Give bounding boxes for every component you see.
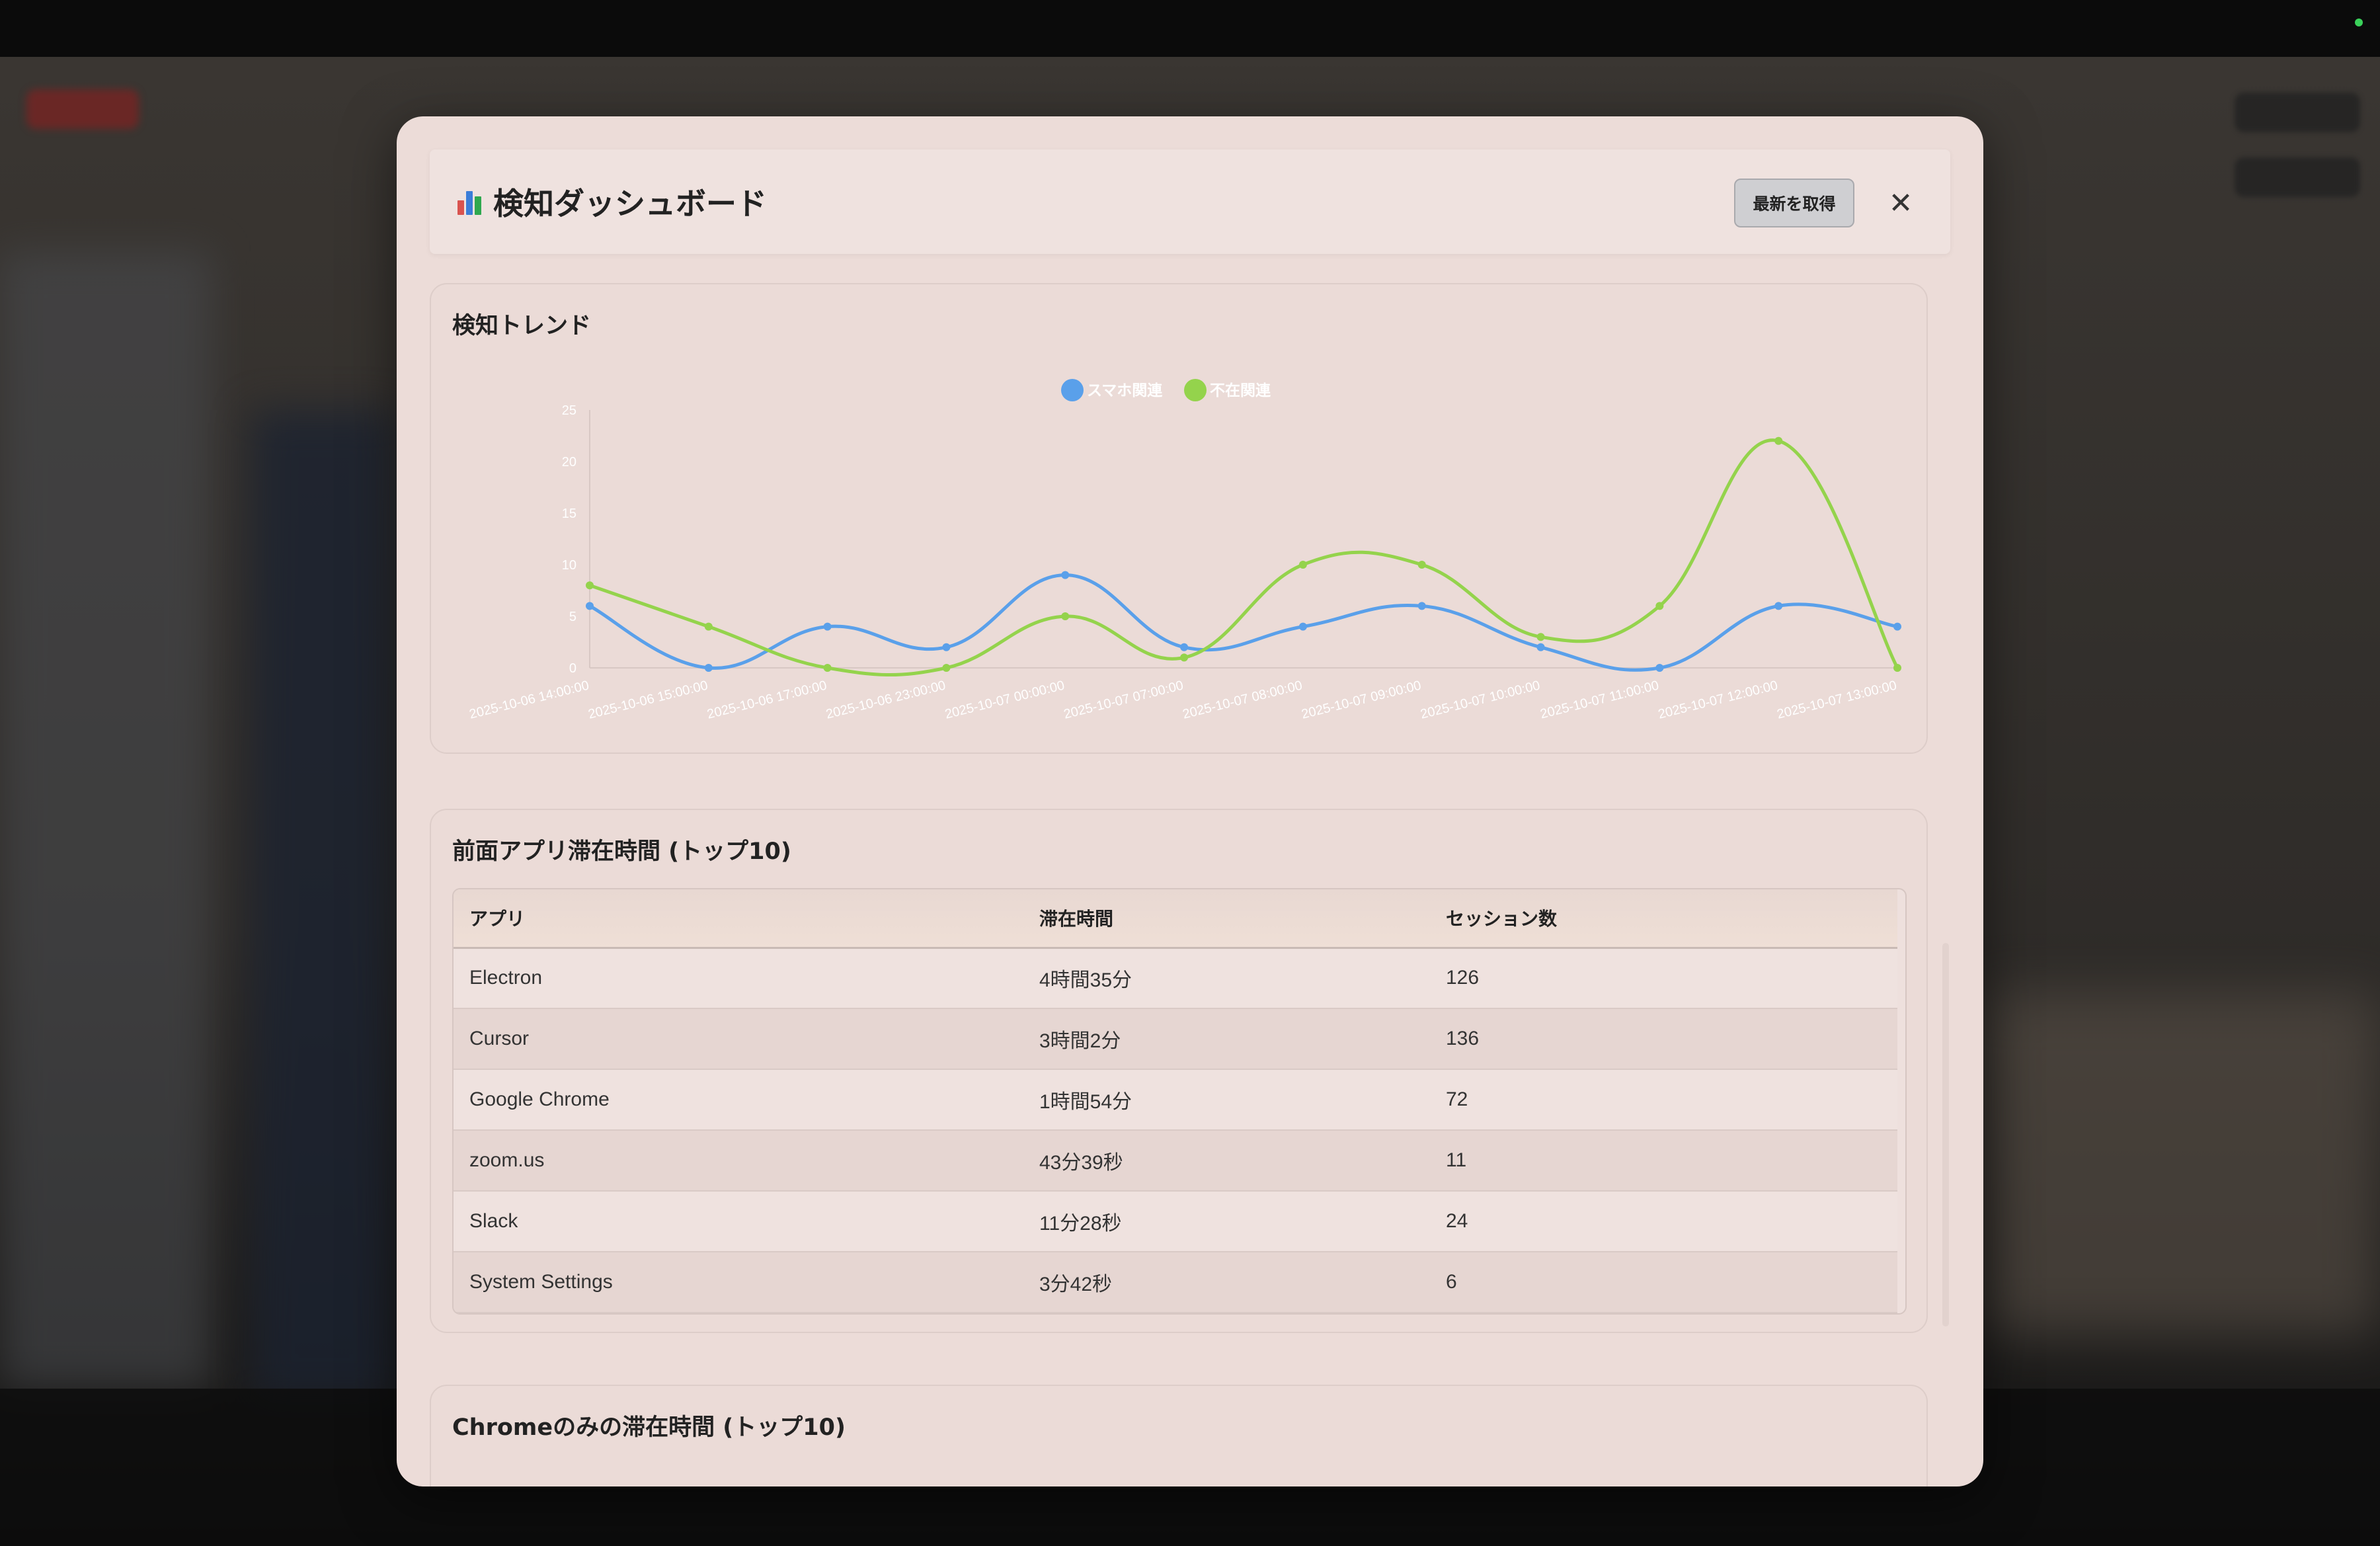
data-point (1180, 653, 1189, 662)
dashboard-modal: 検知ダッシュボード 最新を取得 ✕ 検知トレンド 0 5 10 15 20 25 2025-… (397, 116, 1983, 1486)
x-tick-label: 2025-10-07 08:00:00 (1181, 678, 1304, 722)
data-point (1417, 602, 1426, 610)
cell-sessions: 24 (1430, 1191, 1897, 1252)
table-row: System Settings 3分42秒 6 (454, 1252, 1897, 1313)
x-tick-label: 2025-10-07 11:00:00 (1538, 678, 1660, 722)
x-tick-label: 2025-10-06 14:00:00 (468, 678, 591, 722)
chrome-title: Chromeのみの滞在時間 (トップ10) (452, 1414, 846, 1441)
cell-sessions: 72 (1430, 1069, 1897, 1131)
cell-sessions: 126 (1430, 948, 1897, 1009)
table-header-row: アプリ 滞在時間 セッション数 (454, 889, 1897, 949)
bar-chart-icon (455, 187, 484, 216)
data-point (1536, 633, 1545, 641)
y-tick-label: 10 (562, 558, 576, 573)
cell-app: zoom.us (454, 1130, 1023, 1192)
x-tick-label: 2025-10-06 15:00:00 (587, 678, 710, 722)
trend-card: 検知トレンド 0 5 10 15 20 25 2025-10-06 14:00:00 2025… (430, 283, 1928, 754)
cell-app: Google Chrome (454, 1069, 1023, 1131)
x-tick-label: 2025-10-07 12:00:00 (1657, 678, 1780, 722)
x-tick-label: 2025-10-06 23:00:00 (824, 678, 947, 722)
table-row: Electron 4時間35分 126 (454, 948, 1897, 1009)
cell-app: Electron (454, 948, 1023, 1009)
data-point (1180, 643, 1189, 651)
cell-app: Slack (454, 1191, 1023, 1252)
data-point (1893, 664, 1901, 672)
y-tick-label: 25 (562, 403, 576, 418)
data-point (942, 643, 951, 651)
data-point (1061, 612, 1070, 620)
data-point (1061, 571, 1070, 579)
legend-swatch-2 (1184, 379, 1207, 401)
data-point (1893, 622, 1901, 631)
data-point (823, 622, 832, 631)
column-header-sessions[interactable]: セッション数 (1430, 889, 1897, 949)
x-tick-label: 2025-10-07 10:00:00 (1419, 678, 1542, 722)
cell-duration: 3分42秒 (1023, 1252, 1430, 1313)
cell-duration: 1時間54分 (1023, 1069, 1430, 1131)
legend-label-2: 不在関連 (1210, 382, 1271, 399)
data-point (704, 622, 713, 631)
x-tick-label: 2025-10-07 07:00:00 (1062, 678, 1185, 722)
cell-duration: 43分39秒 (1023, 1130, 1430, 1192)
y-tick-label: 0 (569, 661, 576, 676)
data-point (1774, 436, 1783, 445)
data-point (1417, 561, 1426, 569)
table-row: zoom.us 43分39秒 11 (454, 1130, 1897, 1192)
refresh-button[interactable]: 最新を取得 (1734, 179, 1854, 227)
cell-app: System Settings (454, 1252, 1023, 1313)
modal-scrollbar[interactable] (1942, 943, 1949, 1326)
data-point (1536, 643, 1545, 651)
cell-duration: 3時間2分 (1023, 1008, 1430, 1070)
cell-sessions: 11 (1430, 1130, 1897, 1192)
cell-duration: 11分28秒 (1023, 1191, 1430, 1252)
table-row: Cursor 3時間2分 136 (454, 1008, 1897, 1070)
trend-chart: 05101520252025-10-06 14:00:002025-10-06 … (468, 379, 1901, 722)
data-point (1774, 602, 1783, 610)
data-point (942, 664, 951, 672)
column-header-app[interactable]: アプリ (454, 889, 1023, 949)
y-tick-label: 5 (569, 610, 576, 624)
data-point (1298, 561, 1307, 569)
x-tick-label: 2025-10-07 09:00:00 (1300, 678, 1423, 722)
column-header-duration[interactable]: 滞在時間 (1023, 889, 1430, 949)
cell-app: Cursor (454, 1008, 1023, 1070)
table-row: Slack 11分28秒 24 (454, 1191, 1897, 1252)
legend-swatch-1 (1061, 379, 1084, 401)
data-point (1655, 602, 1664, 610)
data-point (704, 664, 713, 672)
cell-sessions: 6 (1430, 1252, 1897, 1313)
data-point (586, 602, 594, 610)
data-point (1298, 622, 1307, 631)
apps-table-container[interactable]: アプリ 滞在時間 セッション数 Electron 4時間35分 126 Curs… (452, 888, 1907, 1315)
cell-sessions: 136 (1430, 1008, 1897, 1070)
legend-label-1: スマホ関連 (1087, 382, 1163, 399)
x-tick-label: 2025-10-07 13:00:00 (1776, 678, 1899, 722)
chrome-card: Chromeのみの滞在時間 (トップ10) (430, 1385, 1928, 1486)
y-tick-label: 20 (562, 455, 576, 469)
modal-title: 検知ダッシュボード (455, 180, 767, 224)
x-tick-label: 2025-10-06 17:00:00 (705, 678, 828, 722)
close-icon[interactable]: ✕ (1884, 186, 1917, 220)
y-tick-label: 15 (562, 507, 576, 521)
data-point (1655, 664, 1664, 672)
status-indicator (2355, 19, 2363, 26)
apps-title: 前面アプリ滞在時間 (トップ10) (452, 838, 791, 865)
apps-table: アプリ 滞在時間 セッション数 Electron 4時間35分 126 Curs… (454, 889, 1897, 1313)
data-point (586, 581, 594, 590)
apps-card: 前面アプリ滞在時間 (トップ10) アプリ 滞在時間 セッション数 Electr… (430, 809, 1928, 1333)
modal-title-text: 検知ダッシュボード (493, 186, 767, 222)
modal-header: 検知ダッシュボード 最新を取得 ✕ (430, 149, 1950, 254)
table-row: Google Chrome 1時間54分 72 (454, 1069, 1897, 1131)
cell-duration: 4時間35分 (1023, 948, 1430, 1009)
data-point (823, 664, 832, 672)
x-tick-label: 2025-10-07 00:00:00 (943, 678, 1066, 722)
